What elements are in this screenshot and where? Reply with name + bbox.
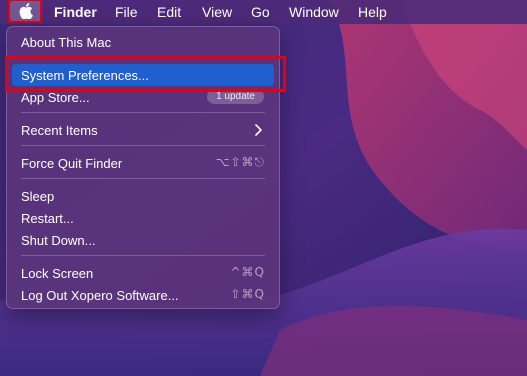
menu-item-label: Recent Items xyxy=(21,122,98,138)
apple-menu-dropdown: About This Mac System Preferences... App… xyxy=(6,26,280,309)
menu-item-shut-down[interactable]: Shut Down... xyxy=(12,229,274,251)
menu-item-log-out[interactable]: Log Out Xopero Software... ⇧⌘Q xyxy=(12,284,274,306)
menu-item-label: Log Out Xopero Software... xyxy=(21,287,179,303)
menu-item-force-quit[interactable]: Force Quit Finder ⌥⇧⌘⎋ xyxy=(12,152,274,174)
keyboard-shortcut: ^⌘Q xyxy=(230,265,265,279)
menu-item-label: Lock Screen xyxy=(21,265,94,281)
menu-window[interactable]: Window xyxy=(289,4,339,20)
menu-go[interactable]: Go xyxy=(251,4,270,20)
menu-help[interactable]: Help xyxy=(358,4,387,20)
menu-bar: Finder File Edit View Go Window Help xyxy=(0,0,527,24)
menu-item-label: System Preferences... xyxy=(21,67,149,83)
menu-item-label: Force Quit Finder xyxy=(21,155,123,171)
menu-item-about-this-mac[interactable]: About This Mac xyxy=(12,31,274,53)
desktop: Finder File Edit View Go Window Help Abo… xyxy=(0,0,527,376)
apple-logo-icon xyxy=(19,3,33,19)
keyboard-shortcut: ⌥⇧⌘⎋ xyxy=(215,155,265,169)
separator xyxy=(21,112,265,113)
menu-item-system-preferences[interactable]: System Preferences... xyxy=(12,64,274,86)
menu-item-recent-items[interactable]: Recent Items xyxy=(12,119,274,141)
menu-item-label: Sleep xyxy=(21,188,55,204)
apple-menu-button[interactable] xyxy=(10,0,41,22)
menu-item-sleep[interactable]: Sleep xyxy=(12,185,274,207)
menu-file[interactable]: File xyxy=(115,4,138,20)
menu-item-label: Restart... xyxy=(21,210,74,226)
separator xyxy=(21,178,265,179)
separator xyxy=(21,255,265,256)
menu-view[interactable]: View xyxy=(202,4,232,20)
menu-item-label: Shut Down... xyxy=(21,232,96,248)
chevron-right-icon xyxy=(255,124,262,136)
update-badge: 1 update xyxy=(207,89,264,104)
separator xyxy=(21,57,265,58)
menu-item-restart[interactable]: Restart... xyxy=(12,207,274,229)
menu-edit[interactable]: Edit xyxy=(157,4,181,20)
menu-item-lock-screen[interactable]: Lock Screen ^⌘Q xyxy=(12,262,274,284)
menu-item-label: App Store... xyxy=(21,89,90,105)
menu-item-label: About This Mac xyxy=(21,34,112,50)
keyboard-shortcut: ⇧⌘Q xyxy=(230,287,265,301)
menu-item-app-store[interactable]: App Store... 1 update xyxy=(12,86,274,108)
separator xyxy=(21,145,265,146)
menu-finder[interactable]: Finder xyxy=(54,4,97,20)
